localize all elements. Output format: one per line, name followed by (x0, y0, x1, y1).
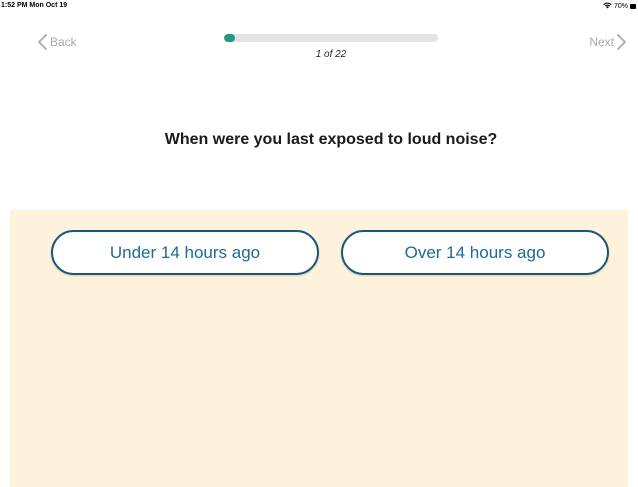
next-button[interactable]: Next (589, 34, 626, 50)
wifi-icon (603, 2, 612, 11)
chevron-right-icon (617, 34, 626, 50)
back-button[interactable]: Back (38, 34, 77, 50)
chevron-left-icon (38, 34, 47, 50)
survey-screen: 1:52 PM Mon Oct 19 70% Back 1 of 22 Next (0, 0, 638, 487)
progress-fill (224, 34, 235, 42)
status-time: 1:52 PM Mon Oct 19 (1, 2, 68, 9)
status-indicators: 70% (603, 2, 636, 11)
answer-over-14-hours-button[interactable]: Over 14 hours ago (341, 230, 609, 275)
status-bar: 1:52 PM Mon Oct 19 70% (0, 0, 638, 14)
back-label: Back (50, 35, 77, 49)
next-label: Next (589, 35, 614, 49)
battery-percent: 70% (613, 3, 628, 10)
answer-under-14-hours-button[interactable]: Under 14 hours ago (51, 230, 319, 275)
progress-bar (224, 34, 438, 42)
battery-icon (630, 4, 636, 9)
answer-area: Under 14 hours ago Over 14 hours ago (10, 210, 628, 487)
question-text: When were you last exposed to loud noise… (164, 131, 498, 148)
progress-label: 1 of 22 (315, 49, 347, 60)
